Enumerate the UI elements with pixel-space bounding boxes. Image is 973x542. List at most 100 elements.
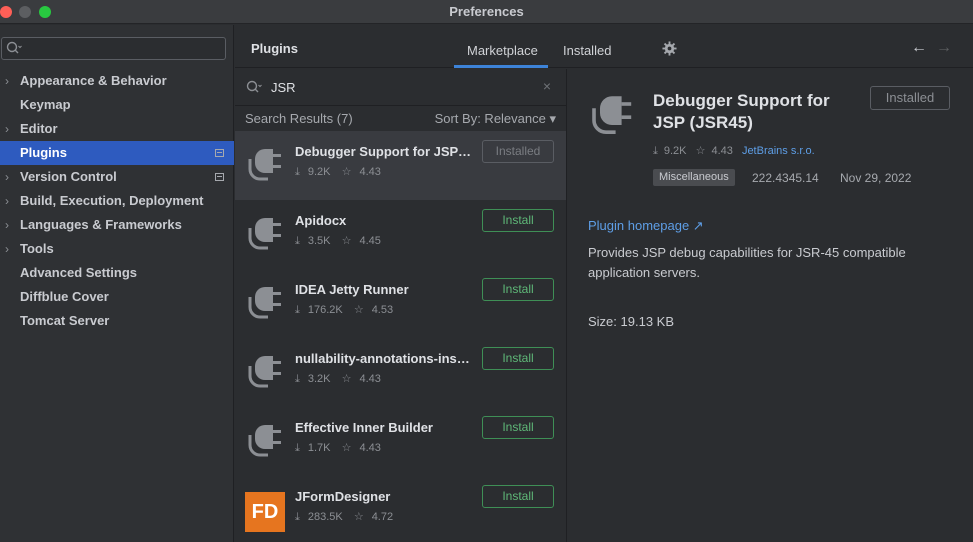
title-bar: Preferences [0,0,973,24]
plugin-name: nullability-annotations-inspection [295,351,473,366]
plugin-list-item[interactable]: IDEA Jetty Runner ⤓ 176.2K ☆ 4.53 Install [235,269,566,338]
sidebar-item-tools[interactable]: › Tools [0,237,234,261]
jformdesigner-logo-icon: FD [245,492,285,532]
download-icon: ⤓ [295,235,300,247]
plugin-name: Apidocx [295,213,347,228]
plugin-list-item[interactable]: Apidocx ⤓ 3.5K ☆ 4.45 Install [235,200,566,269]
sort-dropdown[interactable]: Sort By: Relevance ▾ [435,111,556,127]
tab-installed[interactable]: Installed [563,43,611,58]
installed-button[interactable]: Installed [482,140,554,163]
search-value: JSR [271,80,296,95]
project-scope-icon [215,149,224,157]
star-icon: ☆ [341,442,352,454]
sidebar-item-languages-frameworks[interactable]: › Languages & Frameworks [0,213,234,237]
installed-button[interactable]: Installed [870,86,950,110]
sidebar-item-label: Build, Execution, Deployment [20,193,204,208]
plugin-rating: 4.45 [359,235,381,247]
settings-nav: › Appearance & Behavior Keymap › Editor … [0,69,234,333]
results-header: Search Results (7) Sort By: Relevance ▾ [235,106,566,131]
chevron-right-icon[interactable]: › [5,117,9,141]
chevron-right-icon[interactable]: › [5,213,9,237]
plugin-name: Effective Inner Builder [295,420,433,435]
plugin-plug-icon [248,218,281,250]
plugin-meta: ⤓ 176.2K ☆ 4.53 [295,303,401,317]
install-button[interactable]: Install [482,347,554,370]
plugin-list-item[interactable]: FD JFormDesigner ⤓ 283.5K ☆ 4.72 Install [235,476,566,542]
gear-icon[interactable] [662,41,677,60]
plugin-rating: 4.43 [359,373,381,385]
sidebar-item-build-execution-deployment[interactable]: › Build, Execution, Deployment [0,189,234,213]
search-icon [246,79,262,98]
chevron-right-icon[interactable]: › [5,69,9,93]
chevron-right-icon[interactable]: › [5,165,9,189]
plugin-plug-icon [592,96,632,134]
sidebar-item-label: Version Control [20,169,117,184]
plugin-downloads: 9.2K [307,166,331,178]
settings-sidebar: › Appearance & Behavior Keymap › Editor … [0,25,234,542]
star-icon: ☆ [353,304,364,316]
sidebar-item-advanced-settings[interactable]: Advanced Settings [0,261,234,285]
tab-marketplace[interactable]: Marketplace [467,43,538,58]
sidebar-item-editor[interactable]: › Editor [0,117,234,141]
sidebar-item-appearance-behavior[interactable]: › Appearance & Behavior [0,69,234,93]
vendor-link[interactable]: JetBrains s.r.o. [742,145,815,157]
sidebar-item-tomcat-server[interactable]: Tomcat Server [0,309,234,333]
sidebar-item-label: Editor [20,121,58,136]
chevron-right-icon[interactable]: › [5,189,9,213]
sidebar-item-plugins[interactable]: Plugins [0,141,234,165]
plugin-detail-title: Debugger Support for JSP (JSR45) [653,91,830,132]
sidebar-item-label: Appearance & Behavior [20,73,167,88]
plugin-plug-icon [248,149,281,181]
star-icon: ☆ [695,145,706,157]
plugin-meta: ⤓ 3.2K ☆ 4.43 [295,372,389,386]
chevron-right-icon[interactable]: › [5,237,9,261]
plugin-list-item[interactable]: nullability-annotations-inspection ⤓ 3.2K… [235,338,566,407]
plugin-rating: 4.72 [371,511,394,523]
plugin-list-item[interactable]: Debugger Support for JSP (JSR45) ⤓ 9.2K ☆… [235,131,566,200]
sidebar-item-version-control[interactable]: › Version Control [0,165,234,189]
page-title: Plugins [251,41,298,56]
plugin-downloads: 9.2K [663,145,687,157]
sidebar-item-label: Languages & Frameworks [20,217,182,232]
category-tag[interactable]: Miscellaneous [653,169,735,186]
download-icon: ⤓ [653,145,658,157]
plugin-downloads: 176.2K [307,304,343,316]
download-icon: ⤓ [295,166,300,178]
plugin-detail-panel: Debugger Support for JSP (JSR45) Install… [568,69,973,542]
plugin-description: Provides JSP debug capabilities for JSR-… [588,245,906,280]
plugin-rating: 4.43 [359,442,381,454]
plugin-rating: 4.43 [359,166,381,178]
sidebar-item-keymap[interactable]: Keymap [0,93,234,117]
back-arrow-icon[interactable]: ← [911,39,927,57]
plugin-size: Size: 19.13 KB [588,314,674,329]
plugin-name: IDEA Jetty Runner [295,282,409,297]
plugin-rating: 4.53 [371,304,394,316]
download-icon: ⤓ [295,304,300,316]
install-button[interactable]: Install [482,278,554,301]
plugin-rating: 4.43 [711,145,733,157]
plugin-list-panel: JSR × Search Results (7) Sort By: Releva… [235,69,567,542]
star-icon: ☆ [353,511,364,523]
settings-search-input[interactable] [1,37,226,60]
plugin-search-input[interactable]: JSR × [235,69,566,106]
install-button[interactable]: Install [482,485,554,508]
active-tab-indicator [454,65,548,68]
plugin-list-item[interactable]: Effective Inner Builder ⤓ 1.7K ☆ 4.43 Inst… [235,407,566,476]
plugin-homepage-link[interactable]: Plugin homepage ↗ [588,218,704,234]
search-icon [6,40,22,59]
download-icon: ⤓ [295,373,300,385]
clear-search-icon[interactable]: × [543,78,551,94]
install-button[interactable]: Install [482,416,554,439]
plugin-downloads: 1.7K [307,442,331,454]
plugin-name: JFormDesigner [295,489,391,504]
download-icon: ⤓ [295,511,300,523]
sidebar-item-diffblue-cover[interactable]: Diffblue Cover [0,285,234,309]
plugin-plug-icon [248,287,281,319]
plugin-version: 222.4345.14 [752,171,819,185]
plugin-meta: ⤓ 1.7K ☆ 4.43 [295,441,389,455]
forward-arrow-icon[interactable]: → [936,39,952,57]
install-button[interactable]: Install [482,209,554,232]
results-count: Search Results (7) [245,111,353,126]
plugin-detail-meta: ⤓ 9.2K ☆ 4.43 JetBrains s.r.o. [653,144,821,158]
plugin-downloads: 3.2K [307,373,331,385]
